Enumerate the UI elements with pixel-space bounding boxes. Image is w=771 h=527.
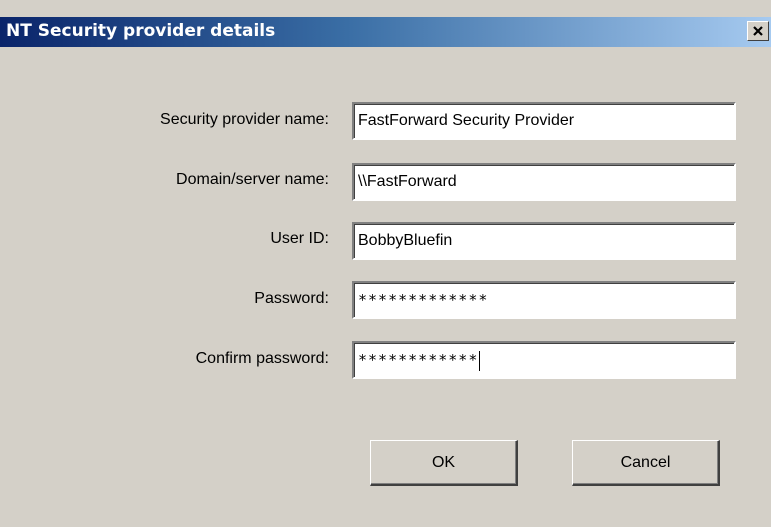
password-value: *************: [358, 291, 489, 309]
user-id-label: User ID:: [270, 230, 329, 247]
security-provider-dialog: NT Security provider details Security pr…: [0, 0, 771, 527]
cancel-button[interactable]: Cancel: [572, 440, 720, 486]
text-caret: [479, 350, 481, 371]
provider-name-value: FastForward Security Provider: [358, 112, 575, 129]
title-bar: NT Security provider details: [0, 17, 771, 47]
close-icon: [753, 26, 763, 36]
ok-button[interactable]: OK: [370, 440, 518, 486]
user-id-field[interactable]: BobbyBluefin: [352, 222, 736, 260]
confirm-password-value: ************: [358, 351, 479, 369]
provider-name-label: Security provider name:: [160, 111, 329, 128]
domain-value: \\FastForward: [358, 173, 457, 190]
user-id-value: BobbyBluefin: [358, 232, 453, 249]
password-label: Password:: [254, 290, 329, 307]
password-field[interactable]: *************: [352, 281, 736, 319]
confirm-password-field[interactable]: ************: [352, 341, 736, 379]
domain-field[interactable]: \\FastForward: [352, 163, 736, 201]
provider-name-field[interactable]: FastForward Security Provider: [352, 102, 736, 140]
close-button[interactable]: [747, 21, 769, 41]
confirm-password-label: Confirm password:: [195, 350, 329, 367]
domain-label: Domain/server name:: [176, 171, 329, 188]
window-title: NT Security provider details: [6, 21, 276, 41]
